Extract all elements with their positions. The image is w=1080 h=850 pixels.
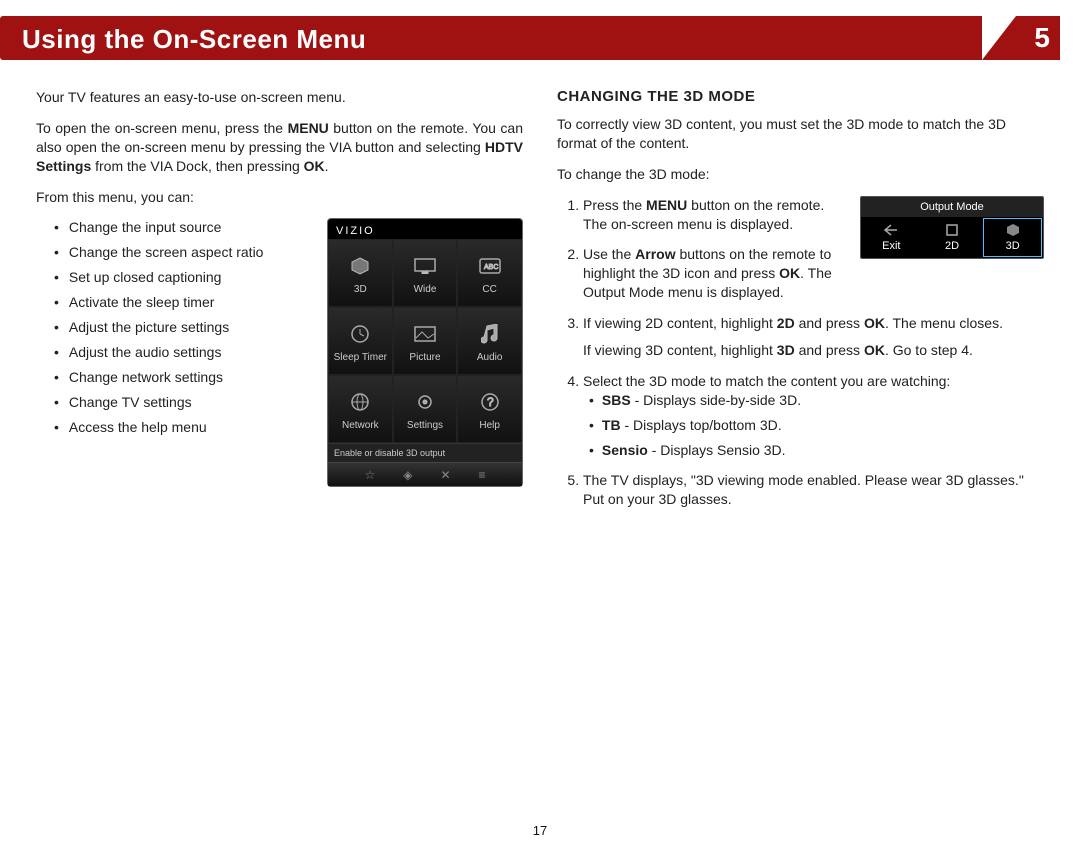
menu-audio: Audio xyxy=(457,307,522,375)
mode-sensio: Sensio - Displays Sensio 3D. xyxy=(589,441,1044,460)
svg-text:ABC: ABC xyxy=(484,264,498,271)
menu-picture: Picture xyxy=(393,307,458,375)
star-icon: ☆ xyxy=(364,468,375,482)
globe-icon xyxy=(346,388,374,416)
step-4: Select the 3D mode to match the content … xyxy=(583,372,1044,460)
section-intro: To correctly view 3D content, you must s… xyxy=(557,115,1044,153)
help-icon: ? xyxy=(476,388,504,416)
music-icon xyxy=(476,320,504,348)
back-icon xyxy=(883,223,899,237)
gear-icon xyxy=(411,388,439,416)
picture-icon xyxy=(411,320,439,348)
list-item: Adjust the picture settings xyxy=(36,318,313,337)
cube-icon xyxy=(1006,223,1020,237)
nav-bar: ☆ ◈ ✕ ≡ xyxy=(328,462,522,486)
section-heading: CHANGING THE 3D MODE xyxy=(557,88,1044,105)
list-item: Set up closed captioning xyxy=(36,268,313,287)
output-mode-screenshot: Output Mode Exit 2D 3D xyxy=(860,196,1044,259)
open-menu-text: To open the on-screen menu, press the ME… xyxy=(36,119,523,176)
output-mode-title: Output Mode xyxy=(861,197,1043,217)
cube-icon xyxy=(346,252,374,280)
page-number: 17 xyxy=(0,823,1080,838)
close-icon: ✕ xyxy=(440,468,450,482)
chapter-banner: Using the On-Screen Menu 5 xyxy=(0,16,1060,60)
mode-sbs: SBS - Displays side-by-side 3D. xyxy=(589,391,1044,410)
menu-network: Network xyxy=(328,375,393,443)
mode-tb: TB - Displays top/bottom 3D. xyxy=(589,416,1044,435)
left-column: Your TV features an easy-to-use on-scree… xyxy=(36,88,523,521)
list-item: Activate the sleep timer xyxy=(36,293,313,312)
intro-text: Your TV features an easy-to-use on-scree… xyxy=(36,88,523,107)
menu-status-text: Enable or disable 3D output xyxy=(328,443,522,462)
tv-menu-screenshot: VIZIO 3D Wide ABCCC Sleep Timer Picture … xyxy=(327,218,523,487)
from-menu-text: From this menu, you can: xyxy=(36,188,523,207)
list-item: Adjust the audio settings xyxy=(36,343,313,362)
brand-label: VIZIO xyxy=(328,219,522,239)
list-item: Change TV settings xyxy=(36,393,313,412)
mode-3d: 3D xyxy=(982,217,1043,258)
mode-2d: 2D xyxy=(922,217,983,258)
list-item: Access the help menu xyxy=(36,418,313,437)
monitor-icon xyxy=(411,252,439,280)
caption-icon: ABC xyxy=(476,252,504,280)
chapter-title: Using the On-Screen Menu xyxy=(0,16,1060,55)
shield-icon: ◈ xyxy=(403,468,412,482)
mode-exit: Exit xyxy=(861,217,922,258)
step-5: The TV displays, "3D viewing mode enable… xyxy=(583,471,1044,509)
clock-icon xyxy=(346,320,374,348)
menu-settings: Settings xyxy=(393,375,458,443)
list-item: Change the input source xyxy=(36,218,313,237)
chapter-number: 5 xyxy=(1034,22,1050,54)
menu-sleep-timer: Sleep Timer xyxy=(328,307,393,375)
square-icon xyxy=(945,223,959,237)
menu-help: ?Help xyxy=(457,375,522,443)
list-item: Change network settings xyxy=(36,368,313,387)
menu-cc: ABCCC xyxy=(457,239,522,307)
step-3: If viewing 2D content, highlight 2D and … xyxy=(583,314,1044,360)
menu-wide: Wide xyxy=(393,239,458,307)
right-column: CHANGING THE 3D MODE To correctly view 3… xyxy=(557,88,1044,521)
menu-3d: 3D xyxy=(328,239,393,307)
banner-notch xyxy=(982,16,1016,60)
capability-list: Change the input source Change the scree… xyxy=(36,218,313,436)
svg-text:?: ? xyxy=(487,395,494,409)
lead-in: To change the 3D mode: xyxy=(557,165,1044,184)
list-item: Change the screen aspect ratio xyxy=(36,243,313,262)
menu-icon: ≡ xyxy=(479,468,486,482)
